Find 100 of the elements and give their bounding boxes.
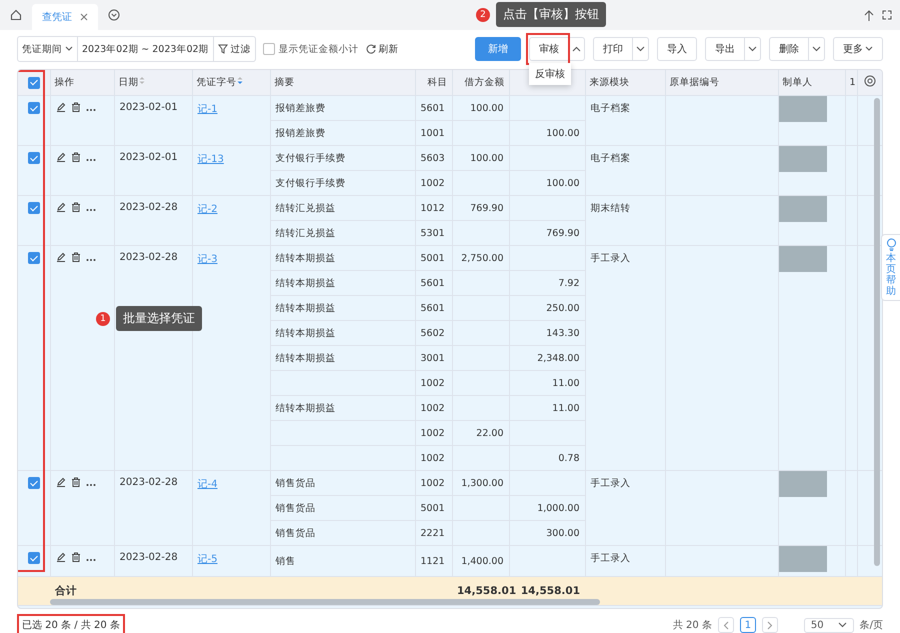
help-tab[interactable]: 本页帮助 [881,234,900,301]
column-header: 凭证字号 [196,77,236,88]
source-cell: 电子档案 [590,103,630,114]
select-all-checkbox[interactable] [28,76,40,88]
summary-cell: 销售 [276,556,296,566]
highlight-frame [526,33,570,65]
caret-icon [865,46,873,52]
redacted-block [778,471,826,497]
summary-cell: 结转本期损益 [276,252,336,264]
account-cell: 1012 [420,202,445,214]
toolbar-button[interactable]: 审核 [530,38,569,60]
trash-icon[interactable] [70,477,80,487]
trash-icon[interactable] [70,102,80,112]
date-cell: 2023-02-28 [120,477,178,488]
fullscreen-icon[interactable] [882,10,892,20]
period-type-dropdown[interactable]: 凭证期间 [18,37,78,61]
tooltip: 批量选择凭证 [116,306,202,331]
toolbar-button[interactable]: 更多 [833,37,883,61]
split-button[interactable]: 删除 [769,37,825,61]
summary-cell: 销售货品 [276,502,316,514]
page-size-select[interactable]: 50 [804,618,854,632]
more-icon[interactable] [86,558,96,562]
credit-cell: 1,000.00 [537,502,580,514]
summary-cell: 销售货品 [276,528,316,538]
settings-icon[interactable] [864,75,876,87]
redacted-block [778,196,826,222]
edit-icon[interactable] [56,152,66,162]
checkbox[interactable] [262,43,275,55]
column-header: 来源模块 [590,77,630,88]
summary-cell: 结转本期损益 [276,302,336,314]
account-cell: 5601 [420,102,445,114]
up-arrow-icon[interactable] [864,10,874,22]
trash-icon[interactable] [70,202,80,212]
period-filter[interactable]: 凭证期间 2023年02期 ~ 2023年02期 过滤 [17,36,256,62]
date-cell: 2023-02-28 [120,252,178,263]
edit-icon[interactable] [56,252,66,262]
trash-icon[interactable] [70,252,80,262]
caret-icon [65,46,73,52]
date-cell: 2023-02-28 [120,552,178,563]
toolbar-button[interactable]: 删除 [770,38,809,60]
sort-icon[interactable] [236,76,242,85]
horizontal-scrollbar[interactable] [50,599,600,605]
tooltip: 点击【审核】按钮 [496,2,606,27]
total-count: 共 20 条 [672,618,712,632]
row-checkbox[interactable] [28,252,40,264]
more-icon[interactable] [86,483,96,487]
refresh-button[interactable]: 刷新 [366,42,399,56]
period-range-field[interactable]: 2023年02期 ~ 2023年02期 [78,37,214,61]
source-cell: 手工录入 [590,553,630,564]
redacted-block [778,246,826,272]
redacted-block [778,146,826,172]
close-icon[interactable] [80,13,88,21]
account-cell: 5601 [420,278,445,288]
filter-icon [218,44,228,54]
step-number: 1 [96,312,110,326]
split-button[interactable]: 打印 [593,37,649,61]
summary-cell: 支付银行手续费 [276,152,346,164]
caret-icon[interactable] [748,46,757,52]
filter-button[interactable]: 过滤 [214,37,255,61]
more-icon[interactable] [86,208,96,212]
more-icon[interactable] [86,108,96,112]
edit-icon[interactable] [56,552,66,562]
more-icon[interactable] [86,158,96,162]
debit-cell: 100.00 [470,152,504,164]
split-button[interactable]: 审核 [529,37,585,61]
column-header: 科目 [428,77,448,88]
row-checkbox[interactable] [28,552,40,564]
edit-icon[interactable] [56,202,66,212]
column-header: 原单据编号 [670,77,720,88]
column-header: 1 [850,77,856,88]
row-checkbox[interactable] [28,102,40,114]
summary-cell: 销售货品 [276,478,316,488]
toolbar-button[interactable]: 打印 [594,38,633,60]
chevron-circle-icon[interactable] [108,9,120,21]
source-cell: 手工录入 [590,253,630,264]
credit-cell: 0.78 [558,452,580,464]
caret-icon[interactable] [572,46,581,52]
vertical-scrollbar[interactable] [874,98,880,566]
home-icon[interactable] [10,9,22,21]
caret-icon[interactable] [636,46,645,52]
checkbox-label: 显示凭证金额小计 [278,42,359,56]
page-size-unit: 条/页 [860,619,883,632]
menu-item[interactable]: 反审核 [535,69,565,80]
more-icon[interactable] [86,258,96,262]
account-cell: 5602 [420,328,445,338]
split-button[interactable]: 导出 [705,37,761,61]
trash-icon[interactable] [70,152,80,162]
toolbar-button[interactable]: 导入 [657,37,697,61]
toolbar-button[interactable]: 导出 [706,38,745,60]
row-checkbox[interactable] [28,152,40,164]
account-cell: 5601 [420,302,445,314]
row-checkbox[interactable] [28,202,40,214]
edit-icon[interactable] [56,102,66,112]
row-checkbox[interactable] [28,477,40,489]
credit-cell: 300.00 [546,528,580,538]
date-cell: 2023-02-01 [120,152,178,163]
edit-icon[interactable] [56,477,66,487]
trash-icon[interactable] [70,552,80,562]
account-cell: 1002 [420,378,445,388]
caret-icon[interactable] [812,46,821,52]
